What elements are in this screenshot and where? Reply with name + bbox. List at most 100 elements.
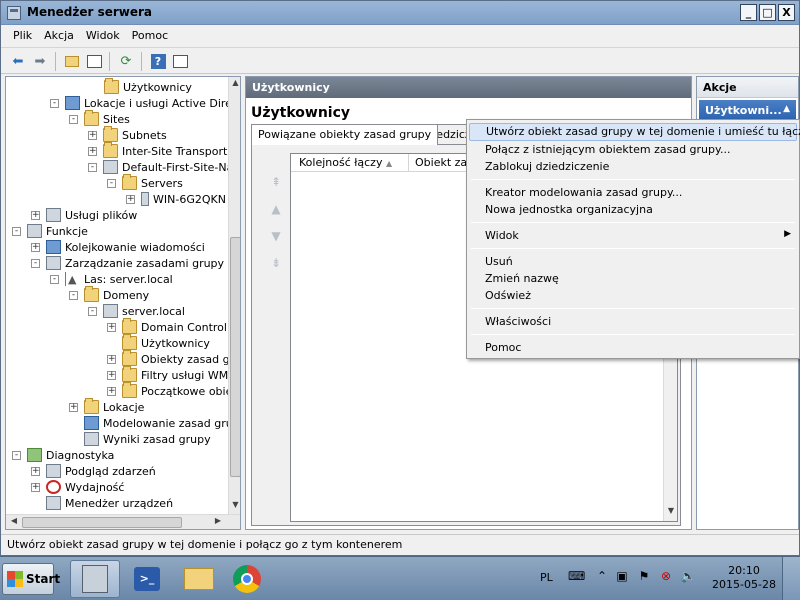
menu-item-new-ou[interactable]: Nowa jednostka organizacyjna [469, 201, 797, 219]
menu-item-refresh[interactable]: Odśwież [469, 287, 797, 305]
menu-item-link-existing-gpo[interactable]: Połącz z istniejącym obiektem zasad grup… [469, 141, 797, 159]
taskbar-powershell[interactable]: >_ [122, 560, 172, 598]
menu-item-block-inheritance[interactable]: Zablokuj dziedziczenie [469, 158, 797, 176]
tree-item-servers[interactable]: - Servers [107, 174, 183, 191]
taskbar-chrome[interactable] [222, 560, 272, 598]
scroll-thumb[interactable] [230, 237, 240, 477]
tree-item-event-viewer[interactable]: + Podgląd zdarzeń [31, 463, 156, 479]
move-down-icon[interactable]: ▼ [266, 229, 286, 256]
expand-icon[interactable]: + [31, 210, 40, 220]
collapse-icon[interactable]: - [69, 290, 78, 300]
collapse-icon[interactable]: - [107, 178, 116, 188]
menu-help[interactable]: Pomoc [126, 26, 174, 42]
tree-item-starter-gpo[interactable]: + Początkowe obiel [107, 382, 235, 399]
column-gpo[interactable]: Obiekt zasa [409, 154, 480, 172]
tree-item-inter-site-transports[interactable]: + Inter-Site Transports [88, 142, 233, 159]
expand-icon[interactable]: + [69, 402, 78, 412]
scroll-down-icon[interactable]: ▼ [230, 500, 240, 512]
menu-item-modeling-wizard[interactable]: Kreator modelowania zasad grupy... [469, 184, 797, 202]
menu-item-rename[interactable]: Zmień nazwę [469, 270, 797, 288]
column-link-order[interactable]: Kolejność łączy ▲ [291, 154, 409, 172]
action-center-icon[interactable]: ▣ [614, 569, 630, 585]
maximize-button[interactable]: □ [759, 4, 776, 21]
tree-item-server-local[interactable]: - server.local [88, 303, 185, 319]
scroll-thumb[interactable] [22, 517, 182, 528]
expand-icon[interactable]: + [107, 386, 116, 396]
tree-item-default-site[interactable]: - Default-First-Site-Nar [88, 159, 238, 175]
tab-linked-gpo[interactable]: Powiązane obiekty zasad grupy [251, 124, 439, 145]
scroll-right-icon[interactable]: ▶ [212, 516, 224, 528]
expand-icon[interactable]: + [107, 354, 116, 364]
show-desktop-button[interactable] [782, 557, 800, 600]
expand-icon[interactable]: + [88, 130, 97, 140]
scroll-left-icon[interactable]: ◀ [8, 516, 20, 528]
actions-users-section[interactable]: Użytkowni... ▲ [699, 100, 796, 121]
refresh-icon[interactable]: ⟳ [117, 53, 135, 70]
expand-icon[interactable]: + [126, 194, 135, 204]
tree-item-users-top[interactable]: Użytkownicy [104, 78, 192, 95]
collapse-icon[interactable]: - [88, 306, 97, 316]
flag-icon[interactable]: ⚑ [636, 569, 652, 585]
expand-icon[interactable]: + [107, 370, 116, 380]
show-hidden-icons[interactable]: ⌃ [594, 569, 610, 585]
start-button[interactable]: Start [2, 563, 60, 595]
forward-arrow-icon[interactable]: ➡ [31, 53, 49, 70]
tree-item-users-selected[interactable]: Użytkownicy [122, 334, 210, 351]
move-top-icon[interactable]: ⇞ [266, 175, 286, 202]
menu-item-delete[interactable]: Usuń [469, 253, 797, 271]
tree-item-file-services[interactable]: + Usługi plików [31, 207, 137, 223]
scroll-up-icon[interactable]: ▲ [230, 78, 240, 90]
tree-item-gp-results[interactable]: Wyniki zasad grupy [84, 431, 211, 447]
tree-item-subnets[interactable]: + Subnets [88, 126, 167, 143]
taskbar-explorer[interactable] [174, 560, 224, 598]
tree-item-features[interactable]: - Funkcje [12, 223, 88, 239]
tree-item-group-policy-management[interactable]: - Zarządzanie zasadami grupy [31, 255, 224, 271]
collapse-icon[interactable]: - [50, 274, 59, 284]
expand-icon[interactable]: + [31, 242, 40, 252]
tree-item-gp-modeling[interactable]: Modelowanie zasad grupy [84, 415, 240, 431]
close-button[interactable]: X [778, 4, 795, 21]
menu-item-view[interactable]: Widok ▶ [469, 227, 797, 245]
collapse-icon[interactable]: - [88, 162, 97, 172]
scroll-down-icon[interactable]: ▼ [665, 506, 677, 518]
tree-item-win-server[interactable]: + WIN-6G2QKN [126, 191, 226, 207]
collapse-icon[interactable]: - [50, 98, 59, 108]
up-folder-icon[interactable] [63, 53, 81, 70]
keyboard-icon[interactable]: ⌨ [568, 569, 585, 585]
tree-item-wmi-filters[interactable]: + Filtry usługi WMI [107, 366, 231, 383]
tree-item-diagnostics[interactable]: - Diagnostyka [12, 447, 114, 463]
tree-item-performance[interactable]: + Wydajność [31, 479, 124, 495]
tree-item-message-queuing[interactable]: + Kolejkowanie wiadomości [31, 239, 205, 255]
collapse-icon[interactable]: - [12, 226, 21, 236]
tree-vertical-scrollbar[interactable]: ▲ ▼ [228, 77, 240, 514]
tree-item-device-manager[interactable]: Menedżer urządzeń [46, 495, 173, 511]
volume-icon[interactable]: 🔈 [680, 569, 696, 585]
show-hide-tree-icon[interactable] [85, 53, 103, 70]
tree-item-gpo[interactable]: + Obiekty zasad gr [107, 350, 234, 367]
language-indicator[interactable]: PL [540, 571, 553, 584]
tree-item-domains[interactable]: - Domeny [69, 286, 149, 303]
tree-item-domain-controllers[interactable]: + Domain Controlle [107, 318, 237, 335]
menu-item-properties[interactable]: Właściwości [469, 313, 797, 331]
tree-item-ad-sites[interactable]: - Lokacje i usługi Active Directo [50, 95, 240, 111]
menu-item-create-gpo-link[interactable]: Utwórz obiekt zasad grupy w tej domenie … [469, 123, 800, 141]
menu-item-help[interactable]: Pomoc [469, 339, 797, 357]
menu-file[interactable]: Plik [1, 26, 38, 42]
tree-item-forest[interactable]: - ▲ Las: server.local [50, 271, 173, 287]
clock[interactable]: 20:10 2015-05-28 [712, 564, 776, 592]
collapse-icon[interactable]: - [69, 114, 78, 124]
minimize-button[interactable]: _ [740, 4, 757, 21]
menu-view[interactable]: Widok [80, 26, 126, 42]
expand-icon[interactable]: + [88, 146, 97, 156]
show-hide-action-pane-icon[interactable] [171, 53, 189, 70]
tree-item-sites-gp[interactable]: + Lokacje [69, 398, 144, 415]
expand-icon[interactable]: + [107, 322, 116, 332]
help-icon[interactable]: ? [149, 53, 167, 70]
back-arrow-icon[interactable]: ⬅ [9, 53, 27, 70]
taskbar-server-manager[interactable] [70, 560, 120, 598]
network-error-icon[interactable]: ⊗ [658, 569, 674, 585]
move-bottom-icon[interactable]: ⇟ [266, 256, 286, 283]
tree-horizontal-scrollbar[interactable]: ◀ ▶ [6, 514, 240, 529]
collapse-icon[interactable]: - [31, 258, 40, 268]
collapse-icon[interactable]: - [12, 450, 21, 460]
